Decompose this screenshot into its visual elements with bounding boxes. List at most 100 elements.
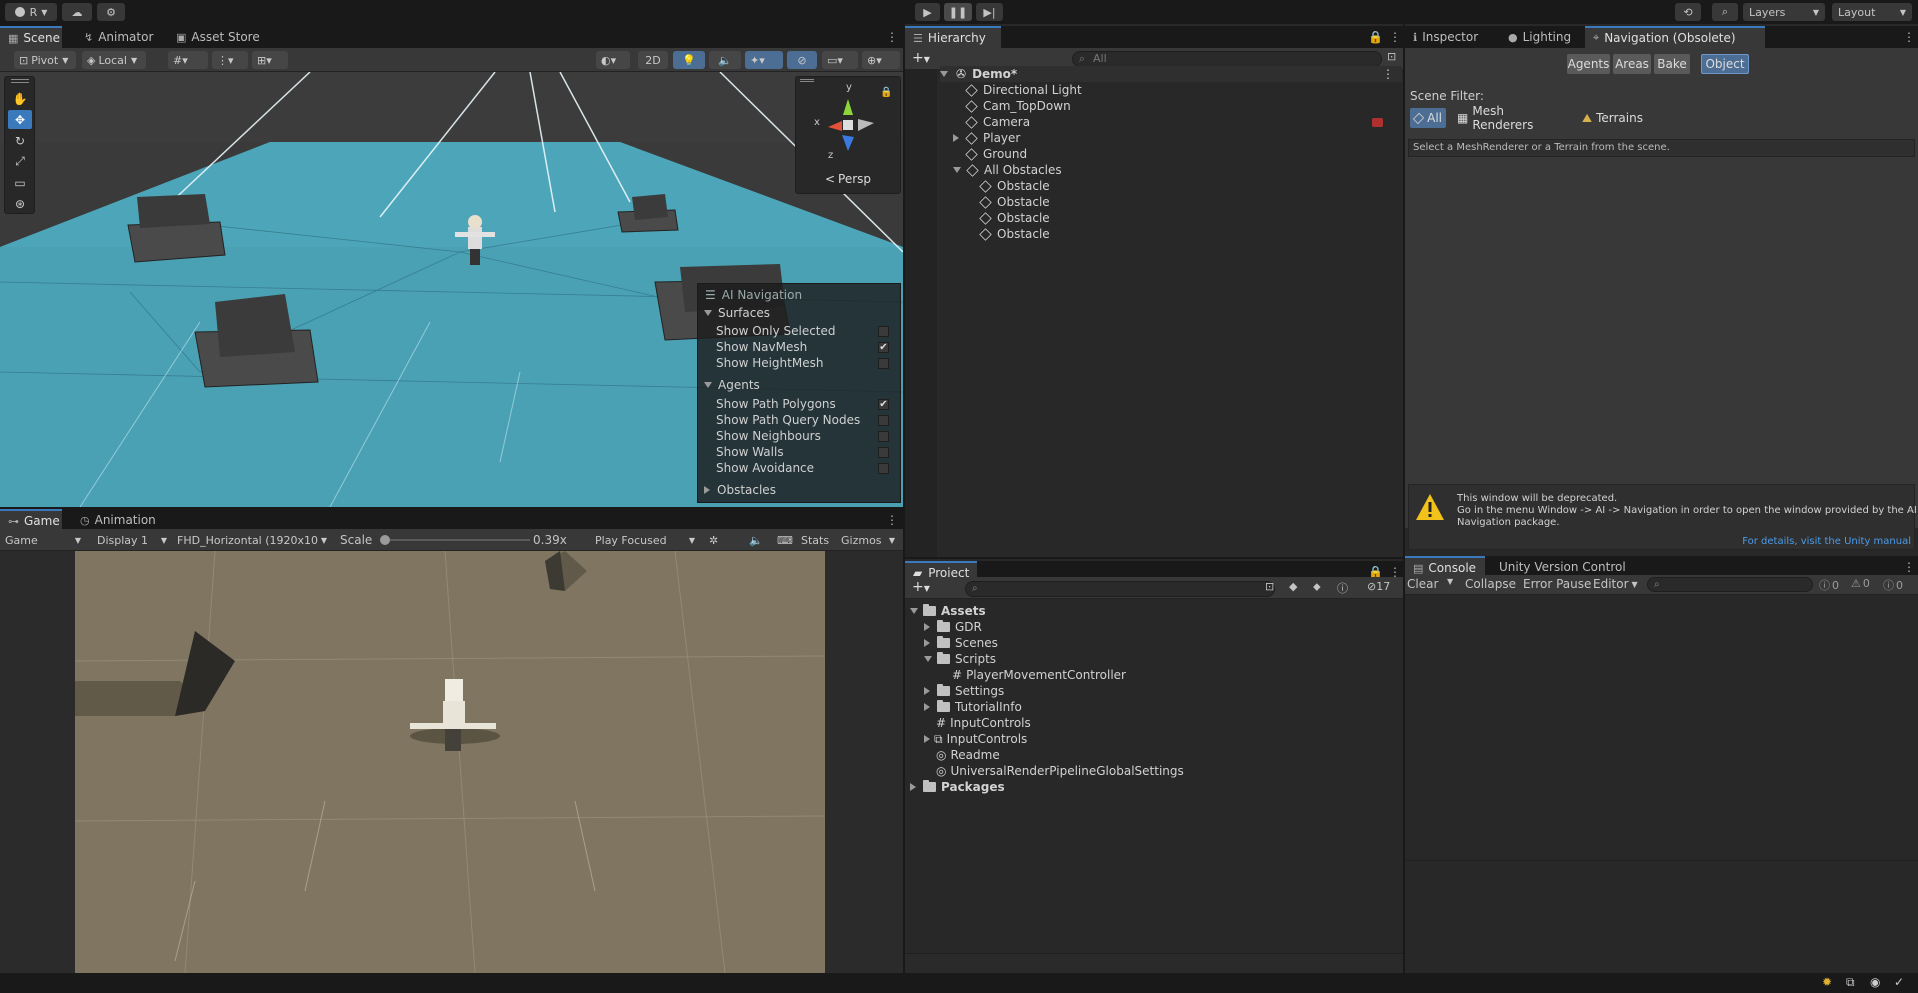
auto-refresh-icon[interactable]: ✓ bbox=[1894, 975, 1904, 989]
filter-terrains-button[interactable]: ⛰ Terrains bbox=[1578, 108, 1648, 128]
effects-dropdown[interactable]: ✦▾ bbox=[745, 51, 783, 69]
hierarchy-item[interactable]: Obstacle bbox=[979, 210, 1050, 226]
tab-animation[interactable]: ◷ Animation bbox=[72, 509, 164, 531]
keyboard-button[interactable]: ⌨ bbox=[772, 531, 794, 549]
warning-toggle[interactable]: ⚠ 0 bbox=[1851, 577, 1870, 590]
clear-options-dropdown[interactable]: ▼ bbox=[1447, 577, 1453, 586]
show-only-selected-row[interactable]: Show Only Selected bbox=[716, 323, 836, 339]
editor-dropdown[interactable]: Editor ▼ bbox=[1593, 577, 1638, 591]
cloud-button[interactable]: ☁ bbox=[62, 3, 92, 21]
persp-toggle[interactable]: < Persp bbox=[796, 169, 900, 189]
manual-link[interactable]: For details, visit the Unity manual bbox=[1742, 536, 1911, 547]
layers-dropdown[interactable]: Layers ▼ bbox=[1743, 3, 1825, 21]
gizmos-dropdown[interactable]: Gizmos ▼ bbox=[836, 531, 900, 549]
tab-game[interactable]: ⊶ Game bbox=[0, 509, 62, 531]
frame-debugger-button[interactable]: ✲ bbox=[704, 531, 726, 549]
obstacles-foldout[interactable]: Obstacles bbox=[704, 482, 776, 498]
step-button[interactable]: ▶| bbox=[976, 3, 1003, 21]
game-view-dropdown[interactable]: Game ▼ bbox=[0, 531, 86, 549]
project-file[interactable]: ⧉ InputControls bbox=[924, 731, 1027, 747]
collab-button[interactable]: ⚙ bbox=[97, 3, 125, 21]
game-viewport[interactable] bbox=[0, 551, 903, 973]
show-neighbours-checkbox[interactable] bbox=[878, 431, 889, 442]
search-button[interactable]: ⌕ bbox=[1712, 3, 1738, 21]
game-more-menu[interactable]: ⋮ bbox=[878, 509, 906, 531]
hand-tool-icon[interactable]: ✋ bbox=[8, 89, 32, 108]
hierarchy-item[interactable]: Cam_TopDown bbox=[965, 98, 1071, 114]
tab-navigation[interactable]: ⌖ Navigation (Obsolete) bbox=[1585, 26, 1765, 48]
shading-dropdown[interactable]: ◐▾ bbox=[596, 51, 630, 69]
network-icon[interactable]: ⧉ bbox=[1846, 975, 1855, 990]
show-navmesh-checkbox[interactable]: ✔ bbox=[878, 342, 889, 353]
scene-viewport[interactable]: ✋ ✥ ↻ ⤢ ▭ ⊛ 🔒 y x z < Persp ☰ AI Navigatio… bbox=[0, 72, 903, 507]
search-by-type-icon[interactable]: ⊡ bbox=[1265, 580, 1274, 593]
hidden-objects-toggle[interactable]: ⊘ bbox=[787, 51, 817, 69]
filter-by-label-icon[interactable]: ◆ bbox=[1289, 580, 1297, 593]
hierarchy-item[interactable]: Camera bbox=[965, 114, 1030, 130]
show-path-query-nodes-checkbox[interactable] bbox=[878, 415, 889, 426]
add-button[interactable]: +▼ bbox=[912, 50, 930, 66]
project-folder[interactable]: Scenes bbox=[924, 635, 998, 651]
scale-slider[interactable] bbox=[380, 535, 530, 545]
clear-button[interactable]: Clear bbox=[1407, 577, 1438, 591]
show-only-selected-checkbox[interactable] bbox=[878, 326, 889, 337]
display-dropdown[interactable]: Display 1 ▼ bbox=[92, 531, 172, 549]
collapse-button[interactable]: Collapse bbox=[1465, 577, 1516, 591]
agents-foldout[interactable]: Agents bbox=[704, 377, 760, 393]
debug-mode-icon[interactable]: ◉ bbox=[1870, 975, 1880, 989]
show-navmesh-row[interactable]: Show NavMesh bbox=[716, 339, 807, 355]
areas-button[interactable]: Areas bbox=[1613, 54, 1651, 74]
show-avoidance-checkbox[interactable] bbox=[878, 463, 889, 474]
move-tool-icon[interactable]: ✥ bbox=[8, 110, 32, 129]
search-by-type-icon[interactable]: ⊡ bbox=[1387, 50, 1396, 63]
show-path-polygons-row[interactable]: Show Path Polygons bbox=[716, 396, 836, 412]
local-dropdown[interactable]: ◈ Local ▼ bbox=[82, 51, 146, 69]
show-path-query-nodes-row[interactable]: Show Path Query Nodes bbox=[716, 412, 860, 428]
hidden-packages-toggle[interactable]: ⊘ 17 bbox=[1367, 580, 1390, 593]
drag-handle-icon[interactable] bbox=[11, 79, 29, 83]
history-button[interactable]: ⟲ bbox=[1675, 3, 1701, 21]
gizmos-dropdown[interactable]: ⊕▾ bbox=[862, 51, 900, 69]
filter-mesh-renderers-button[interactable]: ▦ Mesh Renderers bbox=[1453, 104, 1571, 132]
filter-by-type-icon[interactable]: ⬥ bbox=[1313, 580, 1321, 594]
error-toggle[interactable]: ⓘ 0 bbox=[1883, 577, 1903, 593]
surfaces-foldout[interactable]: Surfaces bbox=[704, 305, 770, 321]
scene-root-row[interactable]: ✇ Demo* ⋮ bbox=[940, 66, 1402, 82]
drag-handle-icon[interactable] bbox=[800, 79, 814, 82]
rotate-tool-icon[interactable]: ↻ bbox=[8, 131, 32, 150]
tab-asset-store[interactable]: ▣ Asset Store bbox=[168, 26, 268, 48]
project-folder[interactable]: Packages bbox=[910, 779, 1005, 795]
bake-button[interactable]: Bake bbox=[1654, 54, 1690, 74]
layout-dropdown[interactable]: Layout ▼ bbox=[1832, 3, 1912, 21]
project-file[interactable]: # PlayerMovementController bbox=[952, 667, 1126, 683]
show-heightmesh-row[interactable]: Show HeightMesh bbox=[716, 355, 823, 371]
scene-more-menu[interactable]: ⋮ bbox=[878, 26, 906, 48]
show-path-polygons-checkbox[interactable]: ✔ bbox=[878, 399, 889, 410]
camera-dropdown[interactable]: ▭▾ bbox=[822, 51, 858, 69]
log-toggle[interactable]: ⓘ 0 bbox=[1819, 577, 1839, 593]
pause-button[interactable]: ❚❚ bbox=[944, 3, 972, 21]
add-asset-button[interactable]: +▼ bbox=[912, 579, 930, 595]
filter-all-button[interactable]: All bbox=[1410, 108, 1446, 128]
play-button[interactable]: ▶ bbox=[915, 3, 940, 21]
hierarchy-item[interactable]: Ground bbox=[965, 146, 1027, 162]
hierarchy-item[interactable]: Obstacle bbox=[979, 178, 1050, 194]
hierarchy-search-input[interactable]: ⌕ All bbox=[1072, 51, 1382, 67]
stats-button[interactable]: Stats bbox=[796, 531, 832, 549]
show-walls-row[interactable]: Show Walls bbox=[716, 444, 784, 460]
hierarchy-item[interactable]: Player bbox=[953, 130, 1020, 146]
project-file[interactable]: ◎ Readme bbox=[936, 747, 1000, 763]
grid-snap-button[interactable]: #▾ bbox=[168, 51, 208, 69]
project-file[interactable]: ◎ UniversalRenderPipelineGlobalSettings bbox=[936, 763, 1184, 779]
rect-tool-icon[interactable]: ▭ bbox=[8, 173, 32, 192]
hierarchy-item[interactable]: All Obstacles bbox=[953, 162, 1062, 178]
project-folder[interactable]: GDR bbox=[924, 619, 982, 635]
project-folder[interactable]: Scripts bbox=[924, 651, 996, 667]
hierarchy-item[interactable]: Directional Light bbox=[965, 82, 1082, 98]
mute-audio-button[interactable]: 🔈 bbox=[744, 531, 766, 549]
project-folder[interactable]: Assets bbox=[910, 603, 986, 619]
play-focused-dropdown[interactable]: Play Focused ▼ bbox=[590, 531, 700, 549]
scale-tool-icon[interactable]: ⤢ bbox=[8, 152, 32, 171]
increment-snap-button[interactable]: ⋮▾ bbox=[212, 51, 248, 69]
save-search-icon[interactable]: ⓘ bbox=[1337, 580, 1348, 596]
